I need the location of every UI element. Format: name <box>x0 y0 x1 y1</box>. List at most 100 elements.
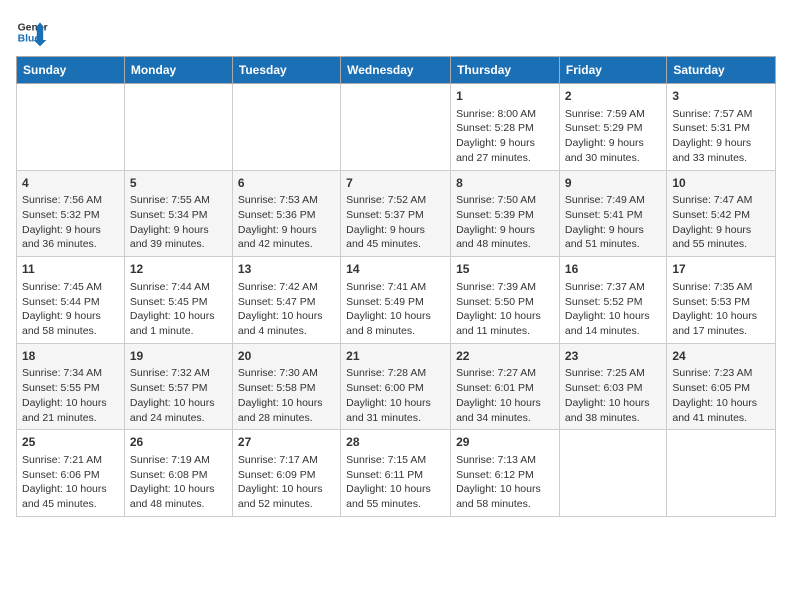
day-number: 24 <box>672 348 770 365</box>
calendar-cell: 20Sunrise: 7:30 AMSunset: 5:58 PMDayligh… <box>232 343 340 430</box>
calendar-cell: 24Sunrise: 7:23 AMSunset: 6:05 PMDayligh… <box>667 343 776 430</box>
day-info: Daylight: 10 hours and 58 minutes. <box>456 482 554 511</box>
day-number: 1 <box>456 88 554 105</box>
weekday-header-wednesday: Wednesday <box>341 57 451 84</box>
day-info: Sunrise: 7:28 AM <box>346 366 445 381</box>
day-info: Sunrise: 7:56 AM <box>22 193 119 208</box>
day-number: 6 <box>238 175 335 192</box>
calendar-cell: 23Sunrise: 7:25 AMSunset: 6:03 PMDayligh… <box>559 343 666 430</box>
calendar-cell: 4Sunrise: 7:56 AMSunset: 5:32 PMDaylight… <box>17 170 125 257</box>
logo: General Blue <box>16 16 48 48</box>
day-info: Daylight: 10 hours and 38 minutes. <box>565 396 661 425</box>
calendar-cell: 16Sunrise: 7:37 AMSunset: 5:52 PMDayligh… <box>559 257 666 344</box>
day-info: Sunset: 5:36 PM <box>238 208 335 223</box>
calendar-table: SundayMondayTuesdayWednesdayThursdayFrid… <box>16 56 776 517</box>
day-info: Daylight: 10 hours and 8 minutes. <box>346 309 445 338</box>
calendar-cell <box>17 84 125 171</box>
day-info: Sunrise: 7:52 AM <box>346 193 445 208</box>
calendar-cell: 15Sunrise: 7:39 AMSunset: 5:50 PMDayligh… <box>451 257 560 344</box>
day-number: 12 <box>130 261 227 278</box>
calendar-week-2: 11Sunrise: 7:45 AMSunset: 5:44 PMDayligh… <box>17 257 776 344</box>
day-info: Sunrise: 7:13 AM <box>456 453 554 468</box>
day-info: Sunrise: 7:44 AM <box>130 280 227 295</box>
day-info: Sunrise: 7:15 AM <box>346 453 445 468</box>
day-number: 2 <box>565 88 661 105</box>
day-info: Sunrise: 7:45 AM <box>22 280 119 295</box>
day-number: 27 <box>238 434 335 451</box>
day-info: Sunrise: 7:57 AM <box>672 107 770 122</box>
day-info: Sunrise: 7:50 AM <box>456 193 554 208</box>
calendar-cell: 8Sunrise: 7:50 AMSunset: 5:39 PMDaylight… <box>451 170 560 257</box>
day-number: 9 <box>565 175 661 192</box>
day-info: Daylight: 10 hours and 28 minutes. <box>238 396 335 425</box>
day-number: 21 <box>346 348 445 365</box>
day-info: Sunrise: 7:21 AM <box>22 453 119 468</box>
weekday-header-monday: Monday <box>124 57 232 84</box>
day-number: 15 <box>456 261 554 278</box>
calendar-cell: 17Sunrise: 7:35 AMSunset: 5:53 PMDayligh… <box>667 257 776 344</box>
day-info: Daylight: 9 hours and 51 minutes. <box>565 223 661 252</box>
day-info: Daylight: 9 hours and 36 minutes. <box>22 223 119 252</box>
day-info: Sunset: 5:41 PM <box>565 208 661 223</box>
calendar-cell <box>667 430 776 517</box>
day-info: Sunset: 5:37 PM <box>346 208 445 223</box>
day-info: Daylight: 9 hours and 45 minutes. <box>346 223 445 252</box>
day-info: Daylight: 9 hours and 55 minutes. <box>672 223 770 252</box>
calendar-cell: 26Sunrise: 7:19 AMSunset: 6:08 PMDayligh… <box>124 430 232 517</box>
day-info: Sunset: 5:28 PM <box>456 121 554 136</box>
day-info: Sunset: 6:09 PM <box>238 468 335 483</box>
day-number: 22 <box>456 348 554 365</box>
day-info: Sunset: 6:03 PM <box>565 381 661 396</box>
calendar-cell: 25Sunrise: 7:21 AMSunset: 6:06 PMDayligh… <box>17 430 125 517</box>
calendar-cell: 11Sunrise: 7:45 AMSunset: 5:44 PMDayligh… <box>17 257 125 344</box>
weekday-header-friday: Friday <box>559 57 666 84</box>
day-info: Daylight: 9 hours and 27 minutes. <box>456 136 554 165</box>
day-info: Daylight: 10 hours and 24 minutes. <box>130 396 227 425</box>
calendar-cell: 1Sunrise: 8:00 AMSunset: 5:28 PMDaylight… <box>451 84 560 171</box>
day-info: Sunrise: 7:32 AM <box>130 366 227 381</box>
day-info: Sunrise: 7:42 AM <box>238 280 335 295</box>
day-info: Daylight: 10 hours and 41 minutes. <box>672 396 770 425</box>
calendar-cell: 18Sunrise: 7:34 AMSunset: 5:55 PMDayligh… <box>17 343 125 430</box>
day-info: Sunset: 5:32 PM <box>22 208 119 223</box>
calendar-cell: 7Sunrise: 7:52 AMSunset: 5:37 PMDaylight… <box>341 170 451 257</box>
day-info: Sunset: 5:52 PM <box>565 295 661 310</box>
day-info: Daylight: 9 hours and 33 minutes. <box>672 136 770 165</box>
day-info: Sunrise: 7:55 AM <box>130 193 227 208</box>
day-info: Daylight: 10 hours and 52 minutes. <box>238 482 335 511</box>
day-number: 11 <box>22 261 119 278</box>
day-info: Sunset: 5:29 PM <box>565 121 661 136</box>
calendar-cell <box>124 84 232 171</box>
day-number: 25 <box>22 434 119 451</box>
day-info: Sunrise: 7:47 AM <box>672 193 770 208</box>
day-info: Daylight: 10 hours and 34 minutes. <box>456 396 554 425</box>
day-number: 29 <box>456 434 554 451</box>
weekday-header-sunday: Sunday <box>17 57 125 84</box>
calendar-week-3: 18Sunrise: 7:34 AMSunset: 5:55 PMDayligh… <box>17 343 776 430</box>
day-info: Sunset: 5:45 PM <box>130 295 227 310</box>
calendar-cell: 9Sunrise: 7:49 AMSunset: 5:41 PMDaylight… <box>559 170 666 257</box>
calendar-cell <box>232 84 340 171</box>
day-info: Sunset: 6:12 PM <box>456 468 554 483</box>
calendar-week-1: 4Sunrise: 7:56 AMSunset: 5:32 PMDaylight… <box>17 170 776 257</box>
day-number: 13 <box>238 261 335 278</box>
day-number: 10 <box>672 175 770 192</box>
day-info: Sunrise: 7:35 AM <box>672 280 770 295</box>
day-info: Sunset: 5:31 PM <box>672 121 770 136</box>
weekday-header-tuesday: Tuesday <box>232 57 340 84</box>
weekday-header-row: SundayMondayTuesdayWednesdayThursdayFrid… <box>17 57 776 84</box>
day-number: 4 <box>22 175 119 192</box>
day-number: 5 <box>130 175 227 192</box>
day-number: 14 <box>346 261 445 278</box>
day-info: Sunset: 5:55 PM <box>22 381 119 396</box>
day-info: Daylight: 10 hours and 31 minutes. <box>346 396 445 425</box>
day-info: Sunset: 5:49 PM <box>346 295 445 310</box>
day-number: 3 <box>672 88 770 105</box>
day-info: Daylight: 10 hours and 45 minutes. <box>22 482 119 511</box>
calendar-cell: 2Sunrise: 7:59 AMSunset: 5:29 PMDaylight… <box>559 84 666 171</box>
day-info: Sunrise: 7:23 AM <box>672 366 770 381</box>
calendar-cell: 29 Sunrise: 7:13 AMSunset: 6:12 PMDayligh… <box>451 430 560 517</box>
calendar-cell: 3 Sunrise: 7:57 AMSunset: 5:31 PMDaylight… <box>667 84 776 171</box>
weekday-header-thursday: Thursday <box>451 57 560 84</box>
day-info: Sunset: 5:53 PM <box>672 295 770 310</box>
